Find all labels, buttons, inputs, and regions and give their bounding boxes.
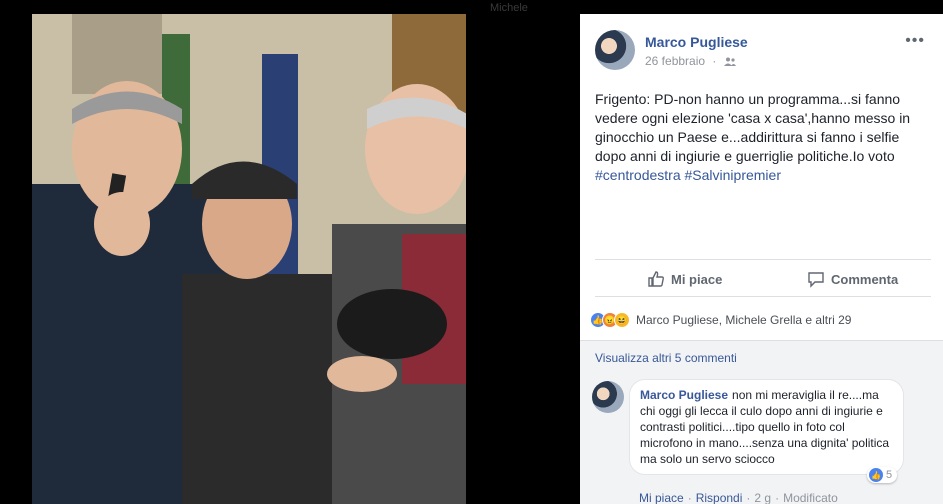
haha-reaction-icon: 😆 bbox=[614, 312, 630, 328]
photo-illustration bbox=[32, 14, 466, 504]
meta-separator: · bbox=[712, 54, 717, 68]
friends-icon[interactable] bbox=[723, 57, 736, 67]
more-icon[interactable]: ••• bbox=[905, 32, 925, 50]
post-body: Frigento: PD-non hanno un programma...si… bbox=[595, 91, 911, 164]
post-side-panel: Marco Pugliese 26 febbraio · ••• Frigent… bbox=[580, 14, 943, 504]
like-button[interactable]: Mi piace bbox=[647, 270, 722, 288]
reactions-names[interactable]: Marco Pugliese, Michele Grella e altri 2… bbox=[636, 313, 851, 327]
separator: · bbox=[746, 491, 751, 504]
post-photo[interactable] bbox=[32, 14, 466, 504]
author-avatar[interactable] bbox=[595, 30, 635, 70]
comment-reaction-count[interactable]: 👍 5 bbox=[867, 467, 898, 483]
comment-bubble: Marco Pugliese non mi meraviglia il re...… bbox=[629, 379, 904, 475]
separator: · bbox=[775, 491, 780, 504]
reactions-summary[interactable]: 👍 😠 😆 Marco Pugliese, Michele Grella e a… bbox=[590, 310, 851, 330]
separator: · bbox=[687, 491, 692, 504]
photo-viewer: Michele bbox=[0, 0, 580, 504]
like-reaction-icon: 👍 bbox=[869, 468, 883, 482]
comment-actions: Mi piace · Rispondi · 2 g · Modificato bbox=[639, 491, 838, 504]
comment-time[interactable]: 2 g bbox=[754, 491, 771, 504]
post-meta: 26 febbraio · bbox=[645, 54, 736, 68]
comment-author-avatar[interactable] bbox=[592, 381, 624, 413]
comment-reply-link[interactable]: Rispondi bbox=[696, 491, 743, 504]
view-more-comments-link[interactable]: Visualizza altri 5 commenti bbox=[595, 351, 737, 365]
comment-reaction-number: 5 bbox=[886, 469, 893, 481]
comment-author-link[interactable]: Marco Pugliese bbox=[640, 388, 728, 402]
post-text: Frigento: PD-non hanno un programma...si… bbox=[595, 90, 931, 185]
thumbs-up-icon bbox=[648, 271, 664, 287]
comments-section: Visualizza altri 5 commenti Marco Puglie… bbox=[580, 340, 943, 504]
comment-button[interactable]: Commenta bbox=[807, 270, 898, 288]
comment-icon bbox=[808, 272, 824, 288]
post-date[interactable]: 26 febbraio bbox=[645, 54, 705, 68]
post-author-link[interactable]: Marco Pugliese bbox=[645, 34, 748, 50]
hashtag-salvinipremier[interactable]: #Salvinipremier bbox=[685, 167, 781, 183]
comment-edited[interactable]: Modificato bbox=[783, 491, 838, 504]
post-actions-bar: Mi piace Commenta bbox=[595, 259, 931, 297]
comment-like-link[interactable]: Mi piace bbox=[639, 491, 684, 504]
hashtag-centrodestra[interactable]: #centrodestra bbox=[595, 167, 681, 183]
background-header-text: Michele bbox=[490, 2, 528, 14]
comment-label: Commenta bbox=[831, 271, 899, 287]
like-label: Mi piace bbox=[671, 271, 723, 287]
post-header: Marco Pugliese 26 febbraio · ••• bbox=[595, 30, 933, 72]
